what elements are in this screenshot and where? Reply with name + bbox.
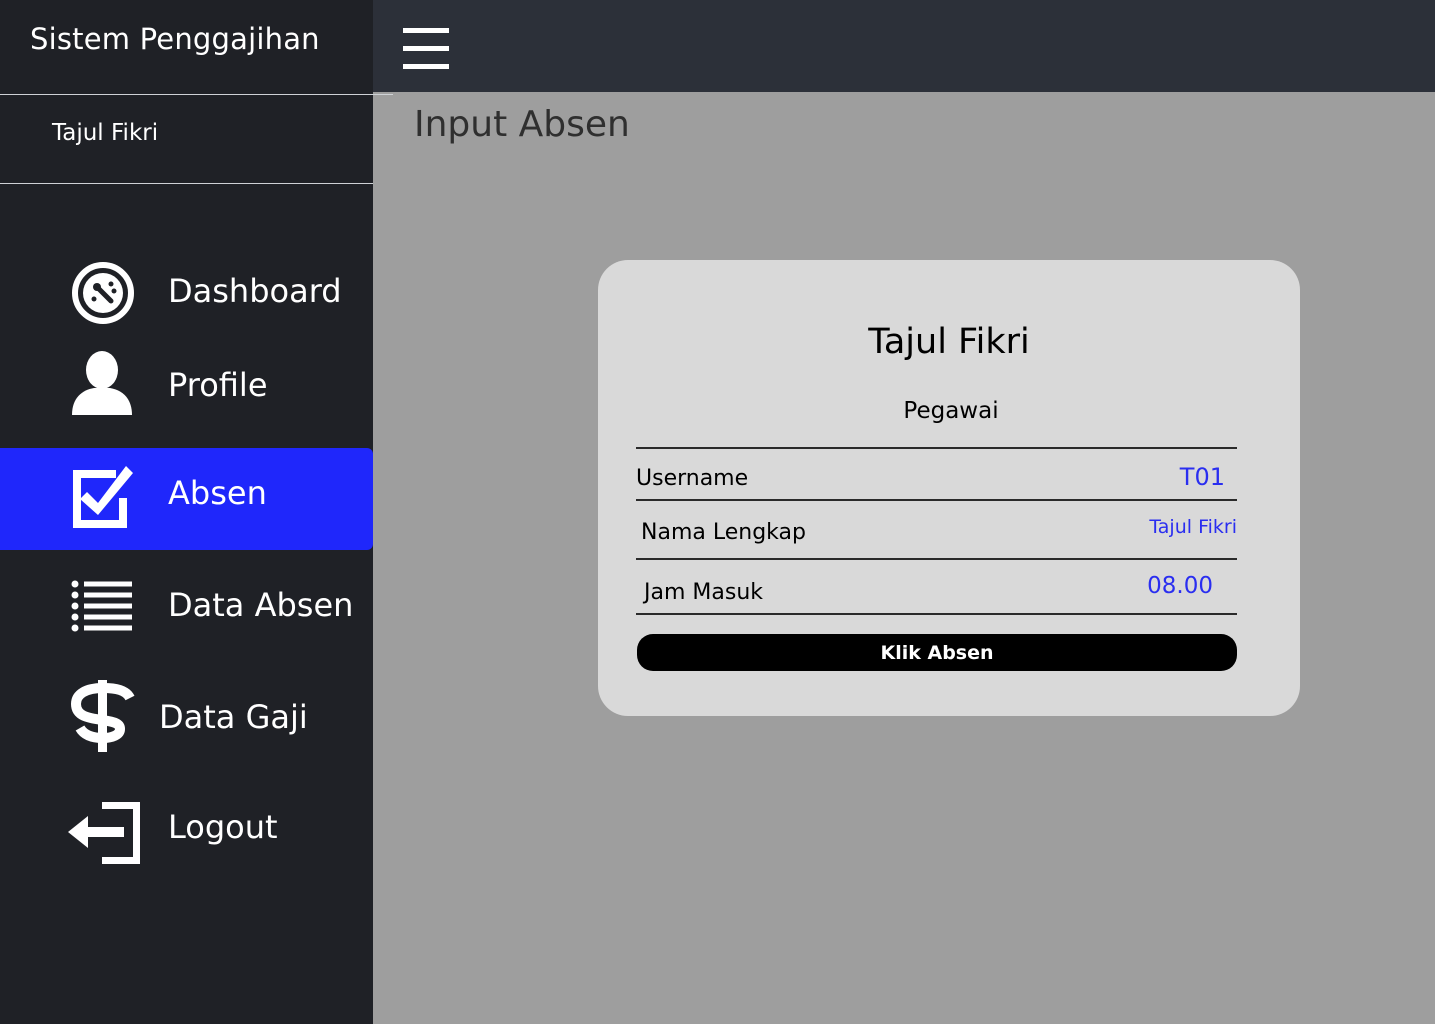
dollar-icon (70, 680, 135, 752)
check-in-time-label: Jam Masuk (644, 580, 764, 605)
sidebar-item-data-absen[interactable]: Data Absen (0, 556, 373, 656)
sidebar-item-label: Profile (168, 366, 268, 404)
logout-icon (68, 802, 140, 864)
sidebar-item-logout[interactable]: Logout (0, 778, 373, 878)
full-name-label: Nama Lengkap (641, 520, 806, 545)
klik-absen-button[interactable]: Klik Absen (637, 634, 1237, 671)
sidebar: Sistem Penggajihan Tajul Fikri Dashboard… (0, 0, 393, 1024)
employee-name: Tajul Fikri (868, 322, 1030, 362)
divider (636, 558, 1237, 560)
divider (636, 447, 1237, 449)
divider (0, 183, 373, 184)
user-icon (72, 351, 132, 415)
sidebar-item-label: Dashboard (168, 272, 342, 310)
employee-role: Pegawai (903, 398, 999, 424)
sidebar-item-label: Logout (168, 808, 278, 846)
check-in-time-value: 08.00 (1147, 573, 1213, 599)
divider (636, 613, 1237, 615)
sidebar-item-label: Absen (168, 474, 267, 512)
dashboard-icon (72, 262, 134, 324)
sidebar-user-name: Tajul Fikri (52, 120, 159, 146)
divider (0, 94, 393, 95)
list-icon (71, 580, 132, 632)
attendance-card: Tajul Fikri Pegawai Username T01 Nama Le… (598, 260, 1300, 716)
full-name-value: Tajul Fikri (1149, 516, 1237, 538)
hamburger-icon[interactable] (403, 28, 449, 70)
app-title: Sistem Penggajihan (30, 22, 320, 56)
divider (636, 499, 1237, 501)
top-bar (373, 0, 1435, 92)
checkbox-icon (73, 466, 133, 528)
username-value: T01 (1179, 463, 1225, 491)
sidebar-item-data-gaji[interactable]: Data Gaji (0, 668, 373, 768)
sidebar-item-dashboard[interactable]: Dashboard (0, 242, 373, 342)
sidebar-item-label: Data Gaji (159, 698, 308, 736)
sidebar-item-absen[interactable]: Absen (0, 448, 373, 550)
sidebar-item-label: Data Absen (168, 586, 354, 624)
sidebar-item-profile[interactable]: Profile (0, 336, 373, 436)
username-label: Username (636, 466, 749, 491)
page-title: Input Absen (414, 104, 630, 145)
